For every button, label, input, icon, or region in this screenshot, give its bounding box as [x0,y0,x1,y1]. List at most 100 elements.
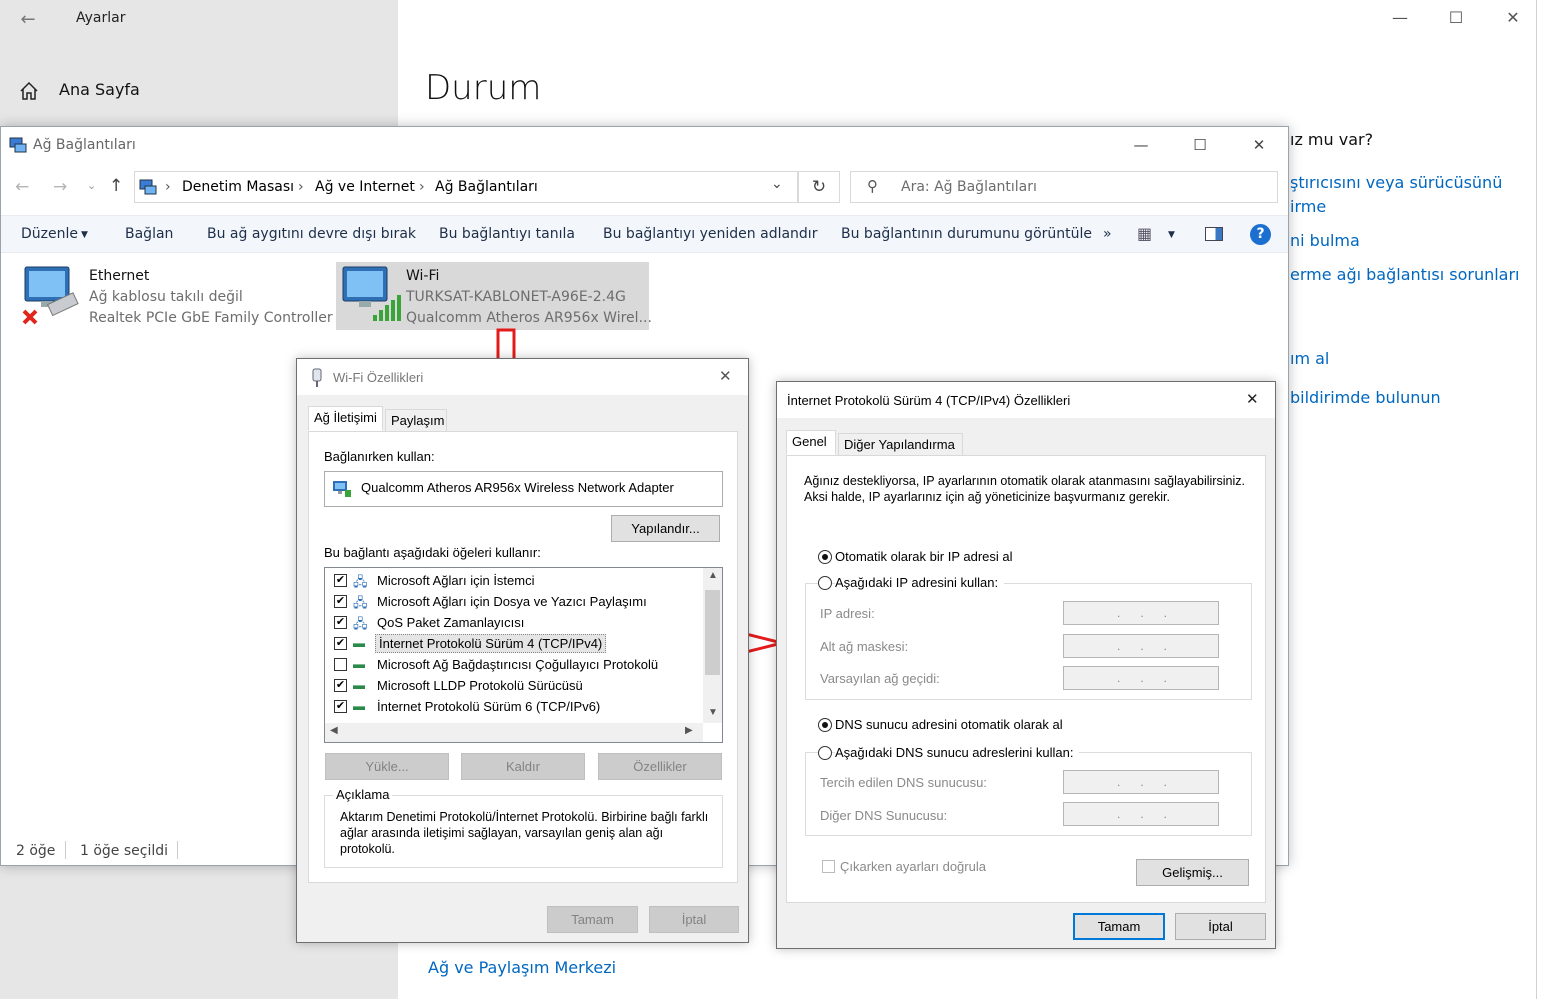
back-icon[interactable]: ← [15,177,29,197]
preview-pane-icon[interactable] [1205,227,1223,241]
checkbox[interactable]: ✔ [334,679,347,692]
install-button[interactable]: Yükle... [325,753,449,780]
radio-auto-dns[interactable] [818,718,832,732]
checkbox[interactable]: ✔ [334,616,347,629]
breadcrumb-control-panel[interactable]: Denetim Masası [182,179,294,195]
tab-alternate-config[interactable]: Diğer Yapılandırma [838,433,963,456]
scroll-right-icon[interactable]: ▶ [685,725,693,736]
sidebar-item-home[interactable]: Ana Sayfa [59,80,140,99]
checkbox[interactable] [334,658,347,671]
close-icon[interactable]: ✕ [1246,390,1259,408]
refresh-icon[interactable]: ↻ [798,171,840,203]
list-item-selected[interactable]: ✔ ▬ İnternet Protokolü Sürüm 4 (TCP/IPv4… [325,633,703,654]
ok-button[interactable]: Tamam [1073,913,1165,940]
list-item[interactable]: ✔ ▬ Microsoft LLDP Protokolü Sürücüsü [325,675,703,696]
list-item[interactable]: ✔ 🖧 QoS Paket Zamanlayıcısı [325,612,703,633]
vertical-scrollbar[interactable]: ▲ ▼ [703,568,722,723]
tab-sharing[interactable]: Paylaşım [385,409,447,432]
auto-dns-label[interactable]: DNS sunucu adresini otomatik olarak al [835,717,1063,732]
ok-button[interactable]: Tamam [547,906,638,933]
forward-icon[interactable]: → [53,177,67,197]
breadcrumb-separator-icon: › [298,179,304,195]
gateway-field[interactable]: ... [1063,666,1219,690]
chevron-down-icon[interactable]: ⌄ [771,176,783,192]
checkbox[interactable]: ✔ [334,595,347,608]
divider [65,841,66,859]
subnet-field[interactable]: ... [1063,634,1219,658]
scrollbar[interactable] [1536,0,1546,999]
tab-general[interactable]: Genel [786,430,836,455]
ip-address-field[interactable]: ... [1063,601,1219,625]
alternate-dns-label: Diğer DNS Sunucusu: [820,808,948,823]
disable-device-button[interactable]: Bu ağ aygıtını devre dışı bırak [207,226,416,242]
scroll-thumb[interactable] [705,590,720,675]
radio-manual-dns[interactable] [818,746,832,760]
components-list[interactable]: ✔ 🖧 Microsoft Ağları için İstemci ✔ 🖧 Mi… [324,567,723,743]
scroll-left-icon[interactable]: ◀ [330,725,338,736]
help-link-find[interactable]: ni bulma [1290,231,1360,250]
list-item[interactable]: ✔ ▬ İnternet Protokolü Sürüm 6 (TCP/IPv6… [325,696,703,717]
organize-menu-button[interactable]: Düzenle [21,226,78,242]
wifi-name[interactable]: Wi-Fi [406,268,439,284]
breadcrumb-network-internet[interactable]: Ağ ve Internet [315,179,415,195]
alternate-dns-field[interactable]: ... [1063,802,1219,826]
view-status-button[interactable]: Bu bağlantının durumunu görüntüle [841,226,1092,242]
breadcrumb-network-connections[interactable]: Ağ Bağlantıları [435,179,538,195]
up-icon[interactable]: ↑ [109,176,123,196]
scroll-down-icon[interactable]: ▼ [708,707,718,718]
tab-panel: Ağınız destekliyorsa, IP ayarlarının oto… [786,455,1266,903]
connect-button[interactable]: Bağlan [125,226,173,242]
view-options-icon[interactable]: ▦ [1137,224,1152,243]
chevron-down-icon[interactable]: ▼ [81,230,88,240]
chevron-down-icon[interactable]: ⌄ [87,179,96,192]
dialog-titlebar: Wi-Fi Özellikleri ✕ [297,359,748,395]
close-button[interactable]: ✕ [1490,0,1536,36]
configure-button[interactable]: Yapılandır... [611,515,720,542]
components-list-body: ✔ 🖧 Microsoft Ağları için İstemci ✔ 🖧 Mi… [325,568,703,723]
close-icon[interactable]: ✕ [719,367,732,385]
search-input[interactable]: ⚲ Ara: Ağ Bağlantıları [850,171,1278,203]
help-link-driver-cont[interactable]: irme [1290,197,1326,216]
help-link-troubleshoot[interactable]: erme ağı bağlantısı sorunları [1290,265,1520,284]
minimize-button[interactable]: — [1377,0,1423,36]
horizontal-scrollbar[interactable]: ◀ ▶ [325,723,703,742]
help-icon[interactable]: ? [1250,224,1271,245]
manual-dns-label[interactable]: Aşağıdaki DNS sunucu adreslerini kullan: [835,745,1080,760]
list-item[interactable]: ▬ Microsoft Ağ Bağdaştırıcısı Çoğullayıc… [325,654,703,675]
help-link-feedback[interactable]: bildirimde bulunun [1290,388,1441,407]
protocol-icon: ▬ [353,699,365,713]
address-bar[interactable]: › Denetim Masası › Ağ ve Internet › Ağ B… [134,171,798,203]
help-link-get-help[interactable]: ım al [1290,349,1329,368]
checkbox[interactable]: ✔ [334,700,347,713]
diagnose-button[interactable]: Bu bağlantıyı tanıla [439,226,575,242]
help-link-driver[interactable]: ştırıcısını veya sürücüsünü [1290,173,1502,192]
checkbox[interactable]: ✔ [334,637,347,650]
tab-networking[interactable]: Ağ İletişimi [308,406,383,431]
radio-manual-ip[interactable] [818,576,832,590]
rename-button[interactable]: Bu bağlantıyı yeniden adlandır [603,226,817,242]
list-item[interactable]: ✔ 🖧 Microsoft Ağları için Dosya ve Yazıc… [325,591,703,612]
back-arrow-icon[interactable]: ← [14,6,42,34]
ethernet-name[interactable]: Ethernet [89,268,149,284]
cancel-button[interactable]: İptal [1175,913,1266,940]
manual-ip-label[interactable]: Aşağıdaki IP adresini kullan: [835,575,1005,590]
minimize-button[interactable]: — [1118,127,1164,163]
close-button[interactable]: ✕ [1236,127,1282,163]
preferred-dns-field[interactable]: ... [1063,770,1219,794]
network-adapter-icon [333,481,351,497]
auto-ip-label[interactable]: Otomatik olarak bir IP adresi al [835,549,1013,564]
scroll-up-icon[interactable]: ▲ [708,570,718,581]
list-item[interactable]: ✔ 🖧 Microsoft Ağları için İstemci [325,570,703,591]
properties-button[interactable]: Özellikler [598,753,722,780]
maximize-button[interactable]: ☐ [1177,127,1223,163]
network-sharing-center-link[interactable]: Ağ ve Paylaşım Merkezi [428,958,616,977]
cancel-button[interactable]: İptal [649,906,739,933]
checkbox[interactable]: ✔ [334,574,347,587]
validate-checkbox[interactable] [822,860,835,873]
advanced-button[interactable]: Gelişmiş... [1136,859,1249,886]
radio-auto-ip[interactable] [818,550,832,564]
uninstall-button[interactable]: Kaldır [461,753,585,780]
maximize-button[interactable]: ☐ [1433,0,1479,36]
chevron-down-icon[interactable]: ▼ [1168,230,1175,240]
more-commands-button[interactable]: » [1103,226,1112,242]
